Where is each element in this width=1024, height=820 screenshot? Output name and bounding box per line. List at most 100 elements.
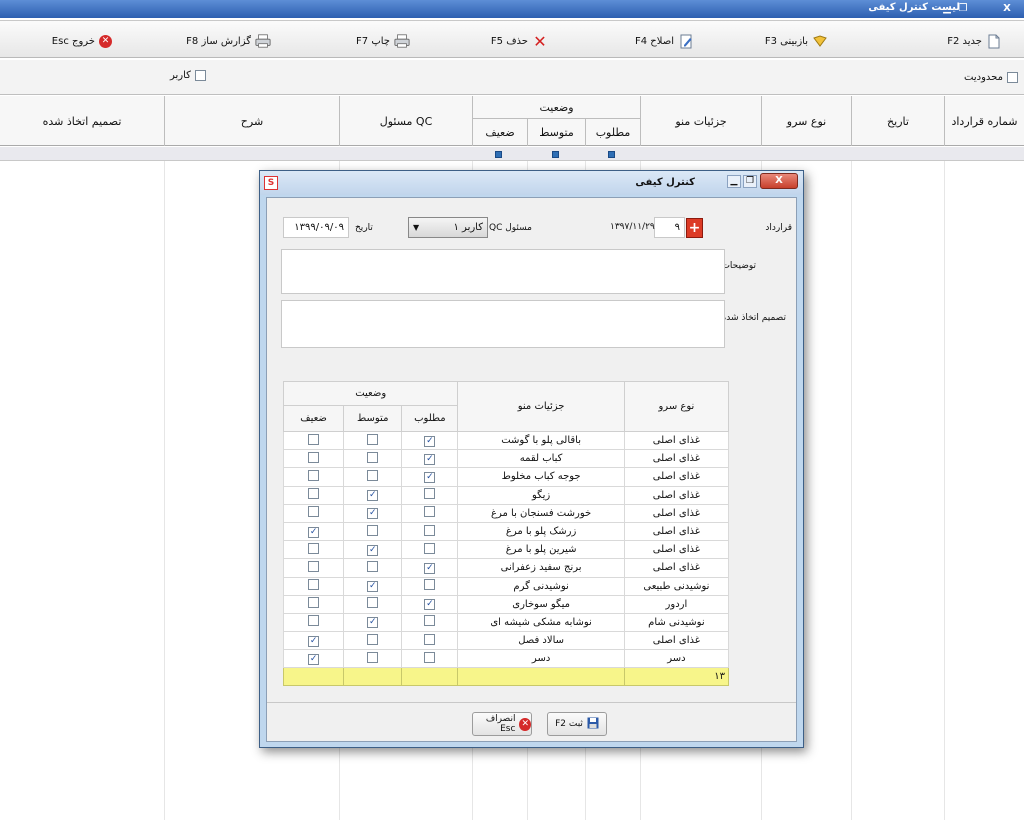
desired-checkbox[interactable]: ✓ — [424, 435, 436, 447]
cancel-button[interactable]: ✕ انصراف Esc — [472, 712, 532, 736]
weak-checkbox[interactable] — [308, 597, 320, 609]
th-desired[interactable]: مطلوب — [401, 405, 459, 432]
col-description[interactable]: شرح — [164, 96, 339, 146]
service-type-cell: نوشیدنی شام — [623, 612, 730, 633]
table-row[interactable]: غذای اصلی زیگو ✓ — [282, 485, 730, 505]
desired-checkbox[interactable] — [424, 633, 436, 645]
desired-checkbox[interactable]: ✓ — [424, 471, 436, 483]
desired-checkbox[interactable]: ✓ — [424, 453, 436, 465]
dialog-maximize-icon[interactable]: ❐ — [743, 175, 757, 188]
weak-checkbox[interactable] — [308, 542, 320, 554]
limit-checkbox-box[interactable] — [1007, 72, 1018, 83]
desired-filter-marker[interactable] — [608, 151, 615, 158]
edit-button[interactable]: اصلاح F4 — [635, 31, 694, 51]
medium-checkbox[interactable]: ✓ — [367, 508, 379, 520]
user-checkbox[interactable]: کاربر — [170, 70, 206, 81]
desired-checkbox[interactable] — [424, 524, 436, 536]
weak-checkbox[interactable] — [308, 560, 320, 572]
weak-checkbox[interactable] — [308, 451, 320, 463]
review-button[interactable]: بازبینی F3 — [765, 31, 828, 51]
desired-checkbox[interactable] — [424, 542, 436, 554]
decision-textarea[interactable] — [281, 300, 725, 348]
col-decision[interactable]: تصمیم اتخاذ شده — [0, 96, 164, 146]
medium-checkbox[interactable] — [367, 597, 379, 609]
add-contract-button[interactable]: + — [686, 218, 703, 238]
col-date[interactable]: تاریخ — [851, 96, 944, 146]
service-type-cell: دسر — [623, 649, 730, 669]
table-row[interactable]: غذای اصلی جوجه کباب مخلوط ✓ — [282, 467, 730, 487]
col-qc-officer[interactable]: مسئول QC — [339, 96, 472, 146]
delete-button[interactable]: ✕ حذف F5 — [491, 31, 548, 51]
minimize-icon[interactable]: ▁ — [940, 2, 954, 15]
notes-textarea[interactable] — [281, 249, 725, 294]
new-button[interactable]: جدید F2 — [947, 31, 1002, 51]
medium-checkbox[interactable]: ✓ — [367, 581, 379, 593]
medium-checkbox[interactable]: ✓ — [367, 617, 379, 629]
weak-checkbox[interactable]: ✓ — [308, 635, 320, 647]
table-row[interactable]: غذای اصلی کباب لقمه ✓ — [282, 449, 730, 469]
contract-input[interactable]: ۹ — [654, 217, 685, 238]
dialog-close-icon[interactable]: X — [760, 173, 798, 189]
table-row[interactable]: غذای اصلی شیرین پلو با مرغ ✓ — [282, 540, 730, 560]
medium-checkbox[interactable]: ✓ — [367, 490, 379, 502]
weak-checkbox[interactable]: ✓ — [308, 653, 320, 665]
th-medium[interactable]: متوسط — [343, 405, 403, 432]
table-row[interactable]: دسر دسر ✓ — [282, 649, 730, 669]
desired-checkbox[interactable] — [424, 579, 436, 591]
print-button[interactable]: چاپ F7 — [356, 31, 410, 51]
col-desired[interactable]: مطلوب — [585, 119, 640, 146]
table-row[interactable]: غذای اصلی زرشک پلو با مرغ ✓ — [282, 521, 730, 542]
table-row[interactable]: اردور میگو سوخاری ✓ — [282, 594, 730, 614]
weak-checkbox[interactable] — [308, 579, 320, 591]
close-icon[interactable]: X — [1000, 2, 1014, 15]
medium-checkbox[interactable] — [367, 651, 379, 663]
col-menu-details[interactable]: جزئیات منو — [640, 96, 761, 146]
table-row[interactable]: غذای اصلی برنج سفید زعفرانی ✓ — [282, 558, 730, 578]
weak-filter-marker[interactable] — [495, 151, 502, 158]
delete-x-icon: ✕ — [533, 31, 547, 51]
weak-checkbox[interactable] — [308, 615, 320, 627]
weak-checkbox[interactable] — [308, 433, 320, 445]
table-row[interactable]: غذای اصلی باقالی پلو با گوشت ✓ — [282, 430, 730, 451]
medium-checkbox[interactable] — [367, 560, 379, 572]
limit-checkbox[interactable]: محدودیت — [964, 72, 1018, 83]
qc-officer-dropdown[interactable]: کاربر ۱ ▼ — [408, 217, 488, 238]
table-row[interactable]: نوشیدنی شام نوشابه مشکی شیشه ای ✓ — [282, 612, 730, 633]
desired-checkbox[interactable] — [424, 615, 436, 627]
col-contract-no[interactable]: شماره قرارداد — [944, 96, 1024, 146]
dialog-minimize-icon[interactable]: ▁ — [727, 175, 741, 188]
th-weak[interactable]: ضعیف — [282, 405, 345, 432]
medium-checkbox[interactable] — [367, 469, 379, 481]
table-row[interactable]: غذای اصلی سالاد فصل ✓ — [282, 631, 730, 651]
desired-checkbox[interactable]: ✓ — [424, 599, 436, 611]
col-medium[interactable]: متوسط — [527, 119, 585, 146]
col-service-type[interactable]: نوع سرو — [761, 96, 851, 146]
dialog-footer: ثبت F2 ✕ انصراف Esc — [267, 702, 796, 742]
medium-filter-marker[interactable] — [552, 151, 559, 158]
th-service-type[interactable]: نوع سرو — [623, 381, 730, 432]
desired-checkbox[interactable] — [424, 506, 436, 518]
report-builder-button[interactable]: گزارش ساز F8 — [186, 31, 271, 51]
save-button[interactable]: ثبت F2 — [547, 712, 607, 736]
medium-checkbox[interactable] — [367, 633, 379, 645]
th-menu-details[interactable]: جزئیات منو — [457, 381, 625, 432]
weak-checkbox[interactable] — [308, 506, 320, 518]
table-row[interactable]: غذای اصلی خورشت فسنجان با مرغ ✓ — [282, 503, 730, 523]
desired-checkbox[interactable] — [424, 651, 436, 663]
desired-checkbox[interactable]: ✓ — [424, 562, 436, 574]
col-weak[interactable]: ضعیف — [472, 119, 527, 146]
weak-checkbox[interactable]: ✓ — [308, 526, 320, 538]
weak-checkbox[interactable] — [308, 488, 320, 500]
exit-button[interactable]: ✕ خروج Esc — [52, 31, 112, 51]
table-row[interactable]: نوشیدنی طبیعی نوشیدنی گرم ✓ — [282, 576, 730, 596]
medium-checkbox[interactable] — [367, 524, 379, 536]
weak-checkbox[interactable] — [308, 469, 320, 481]
medium-checkbox[interactable]: ✓ — [367, 544, 379, 556]
desired-checkbox[interactable] — [424, 488, 436, 500]
medium-checkbox[interactable] — [367, 433, 379, 445]
user-checkbox-box[interactable] — [194, 70, 206, 81]
restore-icon[interactable]: ❐ — [956, 2, 970, 15]
date-input[interactable]: ۱۳۹۹/۰۹/۰۹ — [283, 217, 349, 238]
medium-checkbox[interactable] — [367, 451, 379, 463]
medium-cell — [343, 649, 403, 669]
